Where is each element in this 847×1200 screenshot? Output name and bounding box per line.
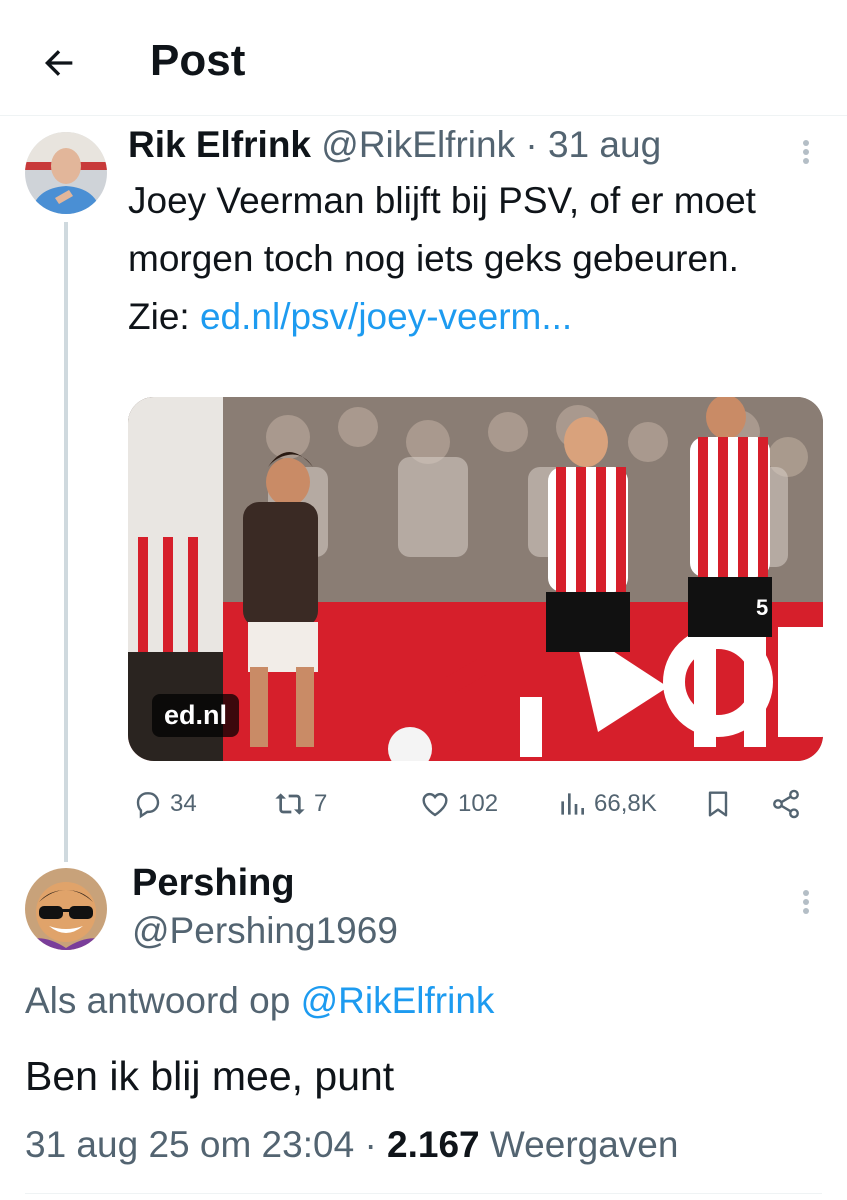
- repost-button[interactable]: 7: [272, 782, 327, 826]
- analytics-icon: [561, 793, 584, 815]
- reply-text: Ben ik blij mee, punt: [25, 1053, 395, 1099]
- bookmark-button[interactable]: [702, 782, 734, 826]
- dot-icon: [803, 908, 809, 914]
- dot-icon: [803, 158, 809, 164]
- repost-count: 7: [314, 790, 328, 817]
- reply-author-name[interactable]: Pershing: [132, 860, 295, 906]
- post-timestamp[interactable]: 31 aug 25 om 23:04: [25, 1124, 354, 1165]
- engagement-bar: 34 7 102 66,8K: [0, 782, 847, 826]
- dot-icon: [803, 890, 809, 896]
- post-metadata: 31 aug 25 om 23:04 · 2.167 Weergaven: [25, 1122, 678, 1168]
- top-bar: Post: [0, 0, 847, 116]
- reply-more-options-button[interactable]: [794, 882, 818, 922]
- avatar-pershing[interactable]: [25, 868, 107, 950]
- views-count: 66,8K: [594, 790, 657, 817]
- heart-icon: [422, 792, 448, 817]
- dot-icon: [803, 899, 809, 905]
- divider: [25, 1193, 822, 1194]
- post-text: Joey Veerman blijft bij PSV, of er moet …: [128, 172, 808, 346]
- replying-to: Als antwoord op @RikElfrink: [25, 978, 494, 1024]
- view-label: Weergaven: [489, 1124, 679, 1165]
- reply-button[interactable]: 34: [132, 782, 197, 826]
- replying-to-handle[interactable]: @RikElfrink: [301, 980, 495, 1021]
- like-button[interactable]: 102: [418, 782, 498, 826]
- dot-icon: [803, 140, 809, 146]
- share-button[interactable]: [770, 782, 802, 826]
- views-button[interactable]: 66,8K: [556, 782, 657, 826]
- article-link[interactable]: ed.nl/psv/joey-veerm...: [200, 296, 572, 337]
- replying-to-label: Als antwoord op: [25, 980, 291, 1021]
- author-name[interactable]: Rik Elfrink: [128, 124, 311, 165]
- source-badge: ed.nl: [152, 694, 240, 737]
- author-handle[interactable]: @RikElfrink: [321, 124, 515, 165]
- post-date[interactable]: 31 aug: [548, 124, 661, 165]
- more-options-button[interactable]: [794, 132, 818, 172]
- view-count: 2.167: [387, 1124, 480, 1165]
- bookmark-icon: [708, 791, 728, 817]
- avatar-rik-elfrink[interactable]: [25, 132, 107, 214]
- post-header: Rik Elfrink @RikElfrink · 31 aug: [128, 122, 661, 168]
- jersey-number: 5: [756, 595, 768, 620]
- separator-dot: ·: [525, 124, 538, 165]
- like-count: 102: [458, 790, 499, 817]
- reply-count: 34: [170, 790, 197, 817]
- dot-icon: [803, 149, 809, 155]
- separator-dot: ·: [364, 1124, 377, 1165]
- share-icon: [773, 789, 799, 819]
- back-button[interactable]: [36, 40, 82, 86]
- page-title: Post: [150, 36, 246, 85]
- reply-icon: [136, 792, 160, 819]
- arrow-left-icon: [45, 50, 73, 76]
- thread-connector: [64, 222, 68, 862]
- reply-author-handle[interactable]: @Pershing1969: [132, 908, 398, 954]
- repost-icon: [275, 793, 305, 815]
- link-card-image[interactable]: 5 ed.nl: [128, 397, 823, 761]
